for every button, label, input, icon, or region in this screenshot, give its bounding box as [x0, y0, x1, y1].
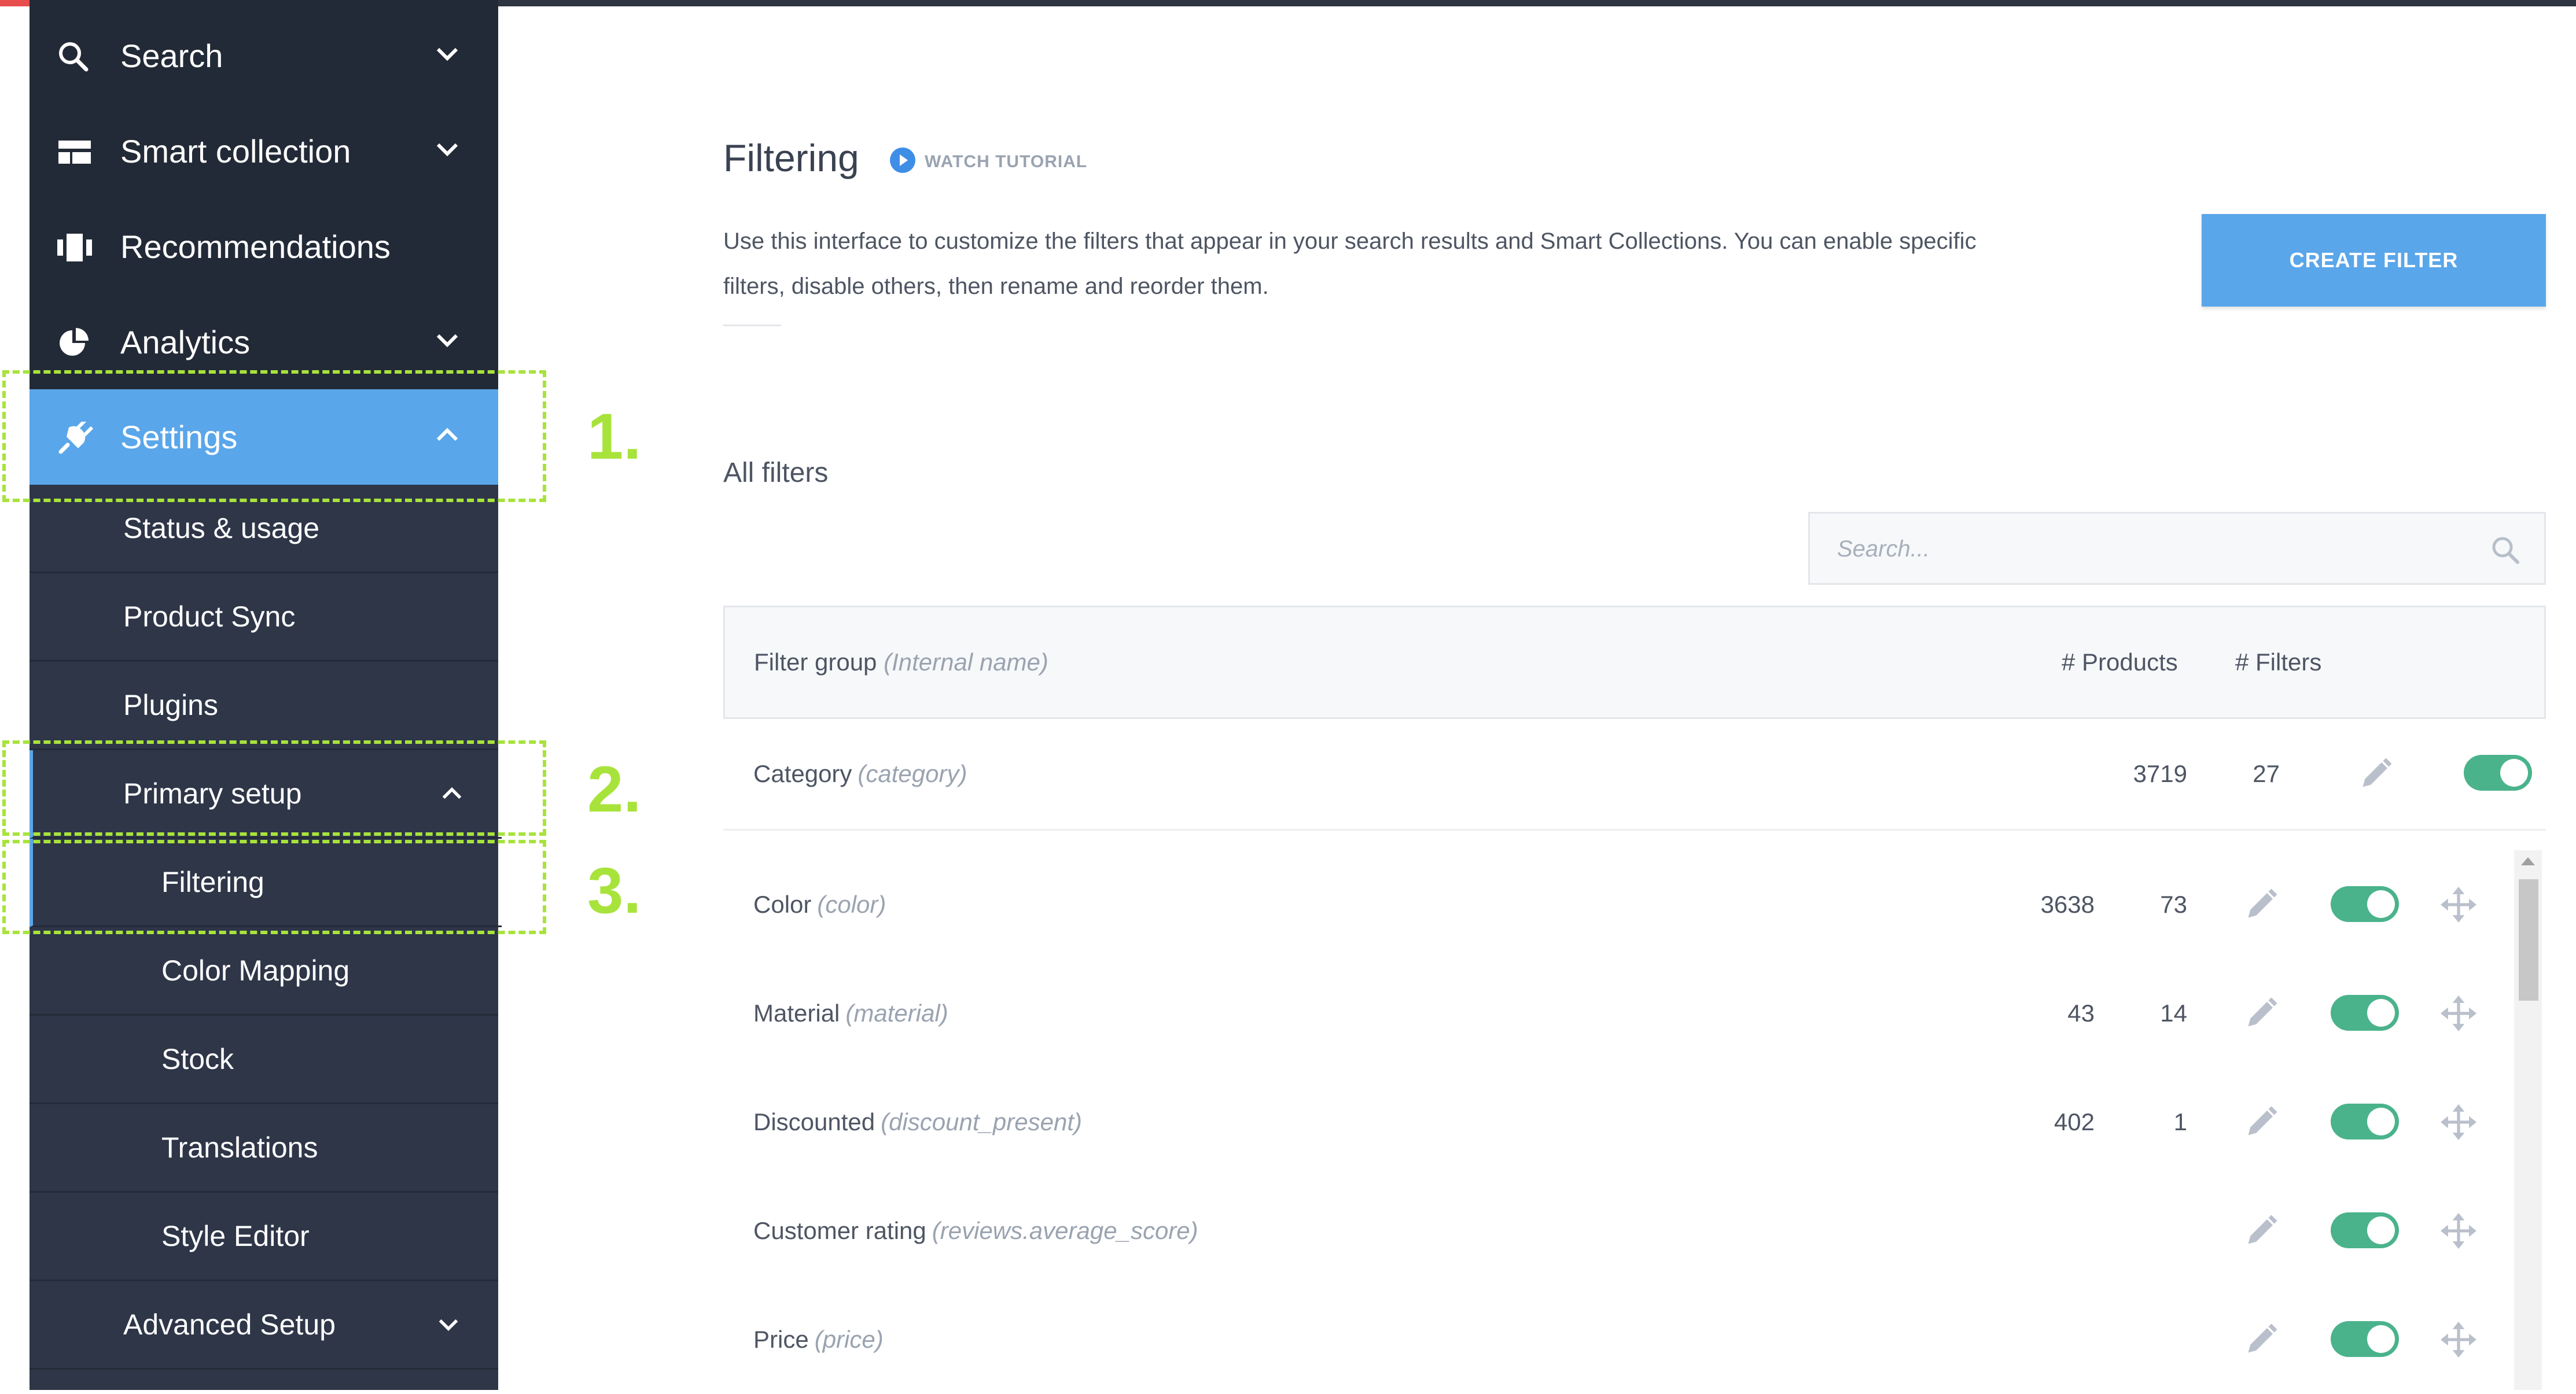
sidebar-item-label: Plugins [123, 689, 218, 721]
filter-name: Color (color) [753, 891, 886, 918]
toggle-enabled[interactable] [2331, 1321, 2399, 1357]
annotation-box-primary-setup [2, 740, 546, 836]
sidebar-item-stock[interactable]: Stock [30, 1016, 498, 1104]
edit-icon[interactable] [2244, 887, 2279, 922]
nav-item-label: Search [120, 38, 223, 74]
edit-icon[interactable] [2244, 996, 2279, 1031]
toggle-enabled[interactable] [2331, 886, 2399, 922]
create-filter-button[interactable]: CREATE FILTER [2202, 214, 2546, 307]
product-count: 402 [2054, 1108, 2095, 1135]
intro-text: Use this interface to customize the filt… [723, 228, 1977, 299]
search-icon[interactable] [2491, 536, 2521, 566]
column-header-filters: # Filters [2235, 648, 2322, 676]
product-count: 3719 [2133, 760, 2187, 787]
filter-count: 14 [2160, 1000, 2187, 1027]
chevron-down-icon [436, 334, 458, 348]
annotation-box-filtering [2, 840, 546, 934]
sidebar-item-plugins[interactable]: Plugins [30, 662, 498, 750]
sidebar-item-label: Advanced Setup [123, 1308, 336, 1341]
filter-name: Customer rating (reviews.average_score) [753, 1217, 1198, 1244]
step-label-1: 1. [587, 400, 642, 473]
product-count [2002, 1285, 2095, 1394]
toggle-enabled[interactable] [2331, 1212, 2399, 1248]
nav-item-label: Recommendations [120, 228, 391, 265]
sidebar-item-color-mapping[interactable]: Color Mapping [30, 927, 498, 1016]
annotation-box-settings [2, 370, 546, 502]
scroll-up-arrow[interactable] [2521, 857, 2535, 865]
sidebar-item-label: Style Editor [161, 1220, 310, 1252]
sidebar-item-style-editor[interactable]: Style Editor [30, 1193, 498, 1281]
sidebar-item-label: Stock [161, 1043, 234, 1075]
collection-icon [58, 141, 91, 164]
search-icon [59, 42, 89, 72]
nav-item-smart-collection[interactable]: Smart collection [30, 104, 498, 199]
page-title: Filtering [723, 137, 859, 179]
table-row: Discounted (discount_present) 402 1 [723, 1068, 2476, 1177]
sidebar-item-translations[interactable]: Translations [30, 1104, 498, 1193]
filter-name: Discounted (discount_present) [753, 1108, 1082, 1135]
search-input[interactable] [1836, 514, 2463, 584]
filter-search[interactable] [1808, 512, 2546, 585]
step-label-3: 3. [587, 854, 642, 927]
step-label-2: 2. [587, 753, 642, 825]
nav-item-search[interactable]: Search [30, 8, 498, 104]
chevron-down-icon [436, 143, 458, 157]
scrollbar-thumb[interactable] [2519, 879, 2538, 1001]
play-icon [890, 147, 915, 173]
drag-handle-icon[interactable] [2441, 1322, 2476, 1358]
table-row: Color (color) 3638 73 [723, 850, 2476, 959]
filter-count [2095, 1177, 2187, 1285]
pie-chart-icon [60, 328, 89, 356]
chevron-down-icon [436, 47, 458, 61]
recommendations-icon [57, 234, 92, 261]
sidebar-item-product-sync[interactable]: Product Sync [30, 573, 498, 662]
sidebar-item-label: Translations [161, 1131, 318, 1164]
nav-item-label: Smart collection [120, 133, 351, 169]
filter-name: Price (price) [753, 1326, 884, 1353]
table-row-category: Category (category) 3719 27 [723, 719, 2546, 831]
filter-name: Category (category) [753, 760, 967, 787]
drag-handle-icon[interactable] [2441, 887, 2476, 923]
product-count [2002, 1177, 2095, 1285]
divider [723, 324, 781, 326]
edit-icon[interactable] [2358, 757, 2393, 791]
chevron-down-icon [439, 1319, 458, 1332]
product-count: 43 [2067, 1000, 2095, 1027]
edit-icon[interactable] [2244, 1322, 2279, 1357]
drag-handle-icon[interactable] [2441, 995, 2476, 1031]
table-header: Filter group (Internal name) # Products … [723, 606, 2546, 719]
toggle-enabled[interactable] [2331, 995, 2399, 1031]
column-header-filter-group: Filter group (Internal name) [754, 648, 1048, 676]
filter-count: 73 [2160, 891, 2187, 918]
toggle-enabled[interactable] [2331, 1104, 2399, 1139]
section-title: All filters [723, 458, 829, 488]
table-row: Customer rating (reviews.average_score) [723, 1177, 2476, 1285]
edit-icon[interactable] [2244, 1105, 2279, 1139]
table-row: Material (material) 43 14 [723, 959, 2476, 1068]
column-header-products: # Products [2062, 648, 2178, 676]
table-row: Price (price) [723, 1285, 2476, 1394]
filter-count: 1 [2173, 1108, 2187, 1135]
drag-handle-icon[interactable] [2441, 1104, 2476, 1140]
sidebar-item-advanced-setup[interactable]: Advanced Setup [30, 1281, 498, 1370]
filter-count [2095, 1285, 2187, 1394]
toggle-enabled[interactable] [2464, 755, 2532, 791]
nav-item-recommendations[interactable]: Recommendations [30, 199, 498, 294]
sidebar: Search Smart collection Recommendations … [30, 0, 502, 1390]
filter-count: 27 [2253, 760, 2280, 787]
sidebar-item-label: Product Sync [123, 600, 296, 633]
product-count: 3638 [2040, 891, 2095, 918]
watch-tutorial-label: WATCH TUTORIAL [925, 152, 1088, 171]
filter-name: Material (material) [753, 1000, 948, 1027]
drag-handle-icon[interactable] [2441, 1213, 2476, 1249]
sidebar-item-label: Color Mapping [161, 954, 350, 987]
edit-icon[interactable] [2244, 1214, 2279, 1248]
